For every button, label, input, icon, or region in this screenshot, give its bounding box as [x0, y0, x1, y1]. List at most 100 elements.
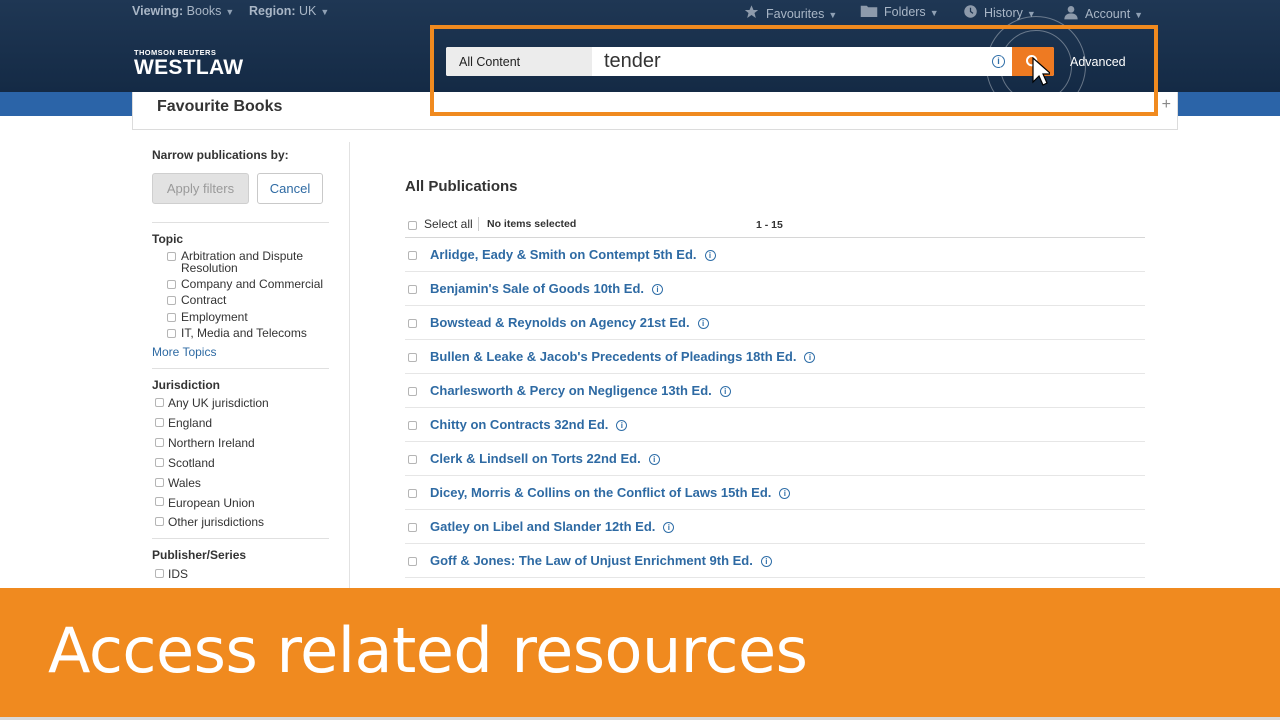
- topic-item[interactable]: Contract: [181, 294, 226, 307]
- item-checkbox[interactable]: [408, 421, 417, 430]
- jurisdiction-checkbox[interactable]: [155, 458, 164, 467]
- jurisdiction-checkbox[interactable]: [155, 418, 164, 427]
- chevron-down-icon: ▼: [320, 7, 330, 17]
- clock-icon: [963, 4, 978, 22]
- publication-link[interactable]: Gatley on Libel and Slander 12th Ed.: [430, 519, 655, 534]
- folders-menu[interactable]: Folders ▼: [860, 4, 939, 21]
- info-icon[interactable]: i: [719, 386, 731, 397]
- chevron-down-icon: ▼: [828, 10, 838, 20]
- item-checkbox[interactable]: [408, 455, 417, 464]
- jurisdiction-checkbox[interactable]: [155, 478, 164, 487]
- info-icon[interactable]: i: [663, 522, 675, 533]
- viewing-label: Viewing:: [132, 4, 184, 18]
- chevron-down-icon: ▼: [225, 7, 235, 17]
- publication-link[interactable]: Benjamin's Sale of Goods 10th Ed.: [430, 281, 644, 296]
- item-checkbox[interactable]: [408, 387, 417, 396]
- plus-icon[interactable]: +: [1162, 96, 1171, 114]
- publication-link[interactable]: Clerk & Lindsell on Torts 22nd Ed.: [430, 451, 641, 466]
- publication-link[interactable]: Dicey, Morris & Collins on the Conflict …: [430, 485, 771, 500]
- topic-item[interactable]: IT, Media and Telecoms: [181, 327, 307, 340]
- folders-label: Folders: [884, 5, 926, 19]
- apply-filters-button[interactable]: Apply filters: [152, 173, 249, 204]
- topic-item[interactable]: Resolution: [181, 262, 238, 275]
- info-icon[interactable]: i: [616, 420, 628, 431]
- select-all-label[interactable]: Select all: [424, 217, 473, 231]
- topic-heading: Topic: [152, 232, 184, 246]
- topic-checkbox[interactable]: [167, 280, 176, 289]
- jurisdiction-item[interactable]: Northern Ireland: [168, 437, 255, 450]
- region-selector[interactable]: Region: UK ▼: [249, 4, 329, 18]
- list-item: Arlidge, Eady & Smith on Contempt 5th Ed…: [405, 238, 1145, 272]
- search-input[interactable]: [604, 49, 984, 74]
- publisher-item[interactable]: IDS: [168, 568, 188, 581]
- account-menu[interactable]: Account ▼: [1063, 4, 1143, 23]
- jurisdiction-item[interactable]: Wales: [168, 477, 201, 490]
- search-bar: All Content i: [446, 47, 1054, 76]
- info-icon[interactable]: i: [760, 556, 772, 567]
- info-icon[interactable]: i: [652, 284, 664, 295]
- jurisdiction-checkbox[interactable]: [155, 398, 164, 407]
- info-icon[interactable]: i: [648, 454, 660, 465]
- topic-checkbox[interactable]: [167, 329, 176, 338]
- list-item: Dicey, Morris & Collins on the Conflict …: [405, 476, 1145, 510]
- select-all-checkbox[interactable]: [408, 221, 417, 230]
- page-title: Favourite Books: [157, 98, 283, 115]
- info-icon[interactable]: i: [697, 318, 709, 329]
- divider: [478, 217, 479, 231]
- info-icon[interactable]: i: [779, 488, 791, 499]
- star-icon: [743, 4, 760, 23]
- viewing-selector[interactable]: Viewing: Books ▼: [132, 4, 234, 18]
- topic-checkbox[interactable]: [167, 313, 176, 322]
- jurisdiction-item[interactable]: England: [168, 417, 212, 430]
- caption-text: Access related resources: [48, 614, 808, 687]
- jurisdiction-item[interactable]: European Union: [168, 497, 255, 510]
- chevron-down-icon: ▼: [1134, 10, 1144, 20]
- jurisdiction-item[interactable]: Scotland: [168, 457, 215, 470]
- publication-link[interactable]: Bowstead & Reynolds on Agency 21st Ed.: [430, 315, 690, 330]
- account-label: Account: [1085, 7, 1131, 21]
- topic-checkbox[interactable]: [167, 252, 176, 261]
- publication-link[interactable]: Charlesworth & Percy on Negligence 13th …: [430, 383, 712, 398]
- item-checkbox[interactable]: [408, 251, 417, 260]
- item-checkbox[interactable]: [408, 489, 417, 498]
- list-item: Chitty on Contracts 32nd Ed. i: [405, 408, 1145, 442]
- history-label: History: [984, 6, 1023, 20]
- publication-link[interactable]: Chitty on Contracts 32nd Ed.: [430, 417, 608, 432]
- jurisdiction-item[interactable]: Other jurisdictions: [168, 516, 264, 529]
- publication-link[interactable]: Arlidge, Eady & Smith on Contempt 5th Ed…: [430, 247, 697, 262]
- region-label: Region:: [249, 4, 296, 18]
- item-checkbox[interactable]: [408, 285, 417, 294]
- brand-product: WESTLAW: [134, 56, 244, 79]
- item-checkbox[interactable]: [408, 353, 417, 362]
- item-checkbox[interactable]: [408, 523, 417, 532]
- publication-link[interactable]: Goff & Jones: The Law of Unjust Enrichme…: [430, 553, 753, 568]
- info-icon[interactable]: i: [804, 352, 816, 363]
- selection-status: No items selected: [487, 218, 577, 230]
- publisher-checkbox[interactable]: [155, 569, 164, 578]
- list-item: Clerk & Lindsell on Torts 22nd Ed. i: [405, 442, 1145, 476]
- item-checkbox[interactable]: [408, 319, 417, 328]
- divider: [152, 222, 329, 223]
- topic-item[interactable]: Company and Commercial: [181, 278, 323, 291]
- topic-item[interactable]: Employment: [181, 311, 248, 324]
- topic-checkbox[interactable]: [167, 296, 176, 305]
- jurisdiction-checkbox[interactable]: [155, 517, 164, 526]
- jurisdiction-heading: Jurisdiction: [152, 378, 221, 392]
- jurisdiction-checkbox[interactable]: [155, 497, 164, 506]
- chevron-down-icon: ▼: [929, 8, 939, 18]
- top-bar: Viewing: Books ▼ Region: UK ▼ Favourites ▼ …: [0, 0, 1280, 24]
- list-item: Bullen & Leake & Jacob's Precedents of P…: [405, 340, 1145, 374]
- jurisdiction-checkbox[interactable]: [155, 438, 164, 447]
- mouse-cursor-icon: [1032, 56, 1053, 92]
- info-icon[interactable]: i: [704, 250, 716, 261]
- search-scope-selector[interactable]: All Content: [446, 47, 592, 76]
- westlaw-logo[interactable]: THOMSON REUTERS WESTLAW: [134, 48, 243, 80]
- publisher-heading: Publisher/Series: [152, 548, 247, 562]
- publication-link[interactable]: Bullen & Leake & Jacob's Precedents of P…: [430, 349, 796, 364]
- jurisdiction-item[interactable]: Any UK jurisdiction: [168, 397, 269, 410]
- item-checkbox[interactable]: [408, 557, 417, 566]
- more-topics-link[interactable]: More Topics: [152, 345, 216, 359]
- list-item: Bowstead & Reynolds on Agency 21st Ed. i: [405, 306, 1145, 340]
- cancel-button[interactable]: Cancel: [257, 173, 323, 204]
- favourites-menu[interactable]: Favourites ▼: [743, 4, 837, 23]
